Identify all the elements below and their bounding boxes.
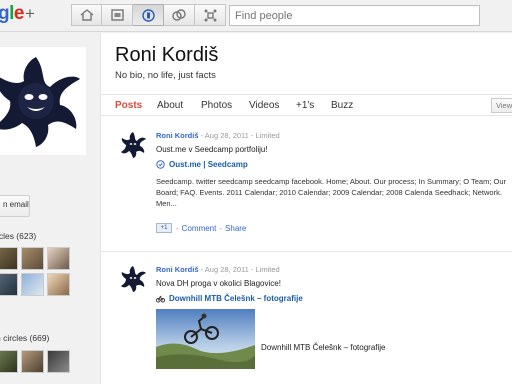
post-link-title[interactable]: Downhill MTB Čelešnk – fotografije: [156, 294, 303, 303]
in-circles-label[interactable]: rcles (623): [0, 231, 36, 241]
logo-letter: e: [13, 3, 25, 24]
post-author-avatar[interactable]: [119, 265, 147, 293]
nav-games-button[interactable]: [195, 4, 226, 26]
post-link-title[interactable]: Oust.me | Seedcamp: [156, 160, 248, 169]
google-plus-logo[interactable]: gle+: [0, 3, 35, 25]
post-text: Nova DH proga v okolici Blagovice!: [156, 279, 281, 288]
post-visibility[interactable]: Limited: [256, 131, 280, 140]
separator: -: [176, 223, 179, 233]
link-title-text: Downhill MTB Čelešnk – fotografije: [169, 294, 303, 303]
plus-one-button[interactable]: +1: [156, 223, 172, 233]
tab-about[interactable]: About: [157, 100, 183, 111]
circle-avatar[interactable]: [47, 273, 70, 296]
circles-icon: [172, 8, 186, 21]
circle-avatar[interactable]: [0, 247, 18, 270]
profile-avatar[interactable]: [0, 47, 86, 155]
separator: -: [248, 265, 256, 274]
tab-plus-ones[interactable]: +1's: [296, 100, 314, 111]
nav-photos-button[interactable]: [102, 4, 133, 26]
logo-plus: +: [24, 4, 35, 23]
post-author-link[interactable]: Roni Kordiš: [156, 265, 199, 274]
comment-link[interactable]: Comment: [182, 224, 217, 233]
send-email-button[interactable]: n email: [0, 195, 30, 217]
logo-letter: g: [0, 3, 10, 24]
profile-name: Roni Kordiš: [115, 44, 219, 66]
post-date[interactable]: Aug 28, 2011: [205, 265, 249, 274]
post-author-link[interactable]: Roni Kordiš: [156, 131, 199, 140]
tab-buzz[interactable]: Buzz: [331, 100, 353, 111]
games-icon: [204, 9, 216, 21]
post-header: Roni Kordiš - Aug 28, 2011 - Limited: [156, 131, 280, 140]
post-text: Oust.me v Seedcamp portfoliju!: [156, 145, 268, 154]
nav-circles-button[interactable]: [164, 4, 195, 26]
profile-tabs: Posts About Photos Videos +1's Buzz View: [101, 94, 512, 116]
post-date[interactable]: Aug 28, 2011: [205, 131, 249, 140]
link-title-text: Oust.me | Seedcamp: [169, 160, 248, 169]
photos-icon: [110, 9, 124, 21]
post-author-avatar[interactable]: [119, 131, 147, 159]
circle-avatar[interactable]: [21, 273, 44, 296]
profile-sidebar: n email rcles (623) n circles (669): [0, 33, 100, 384]
separator: -: [248, 131, 256, 140]
tab-posts[interactable]: Posts: [115, 100, 142, 111]
circle-avatar[interactable]: [0, 273, 18, 296]
share-link[interactable]: Share: [225, 224, 246, 233]
circle-avatar[interactable]: [0, 350, 18, 373]
post-header: Roni Kordiš - Aug 28, 2011 - Limited: [156, 265, 280, 274]
tab-videos[interactable]: Videos: [249, 100, 279, 111]
photo-caption: Downhill MTB Čelešnk – fotografije: [261, 343, 386, 352]
nav-profile-button[interactable]: [133, 4, 164, 26]
circle-avatar[interactable]: [21, 350, 44, 373]
view-profile-as-button[interactable]: View: [491, 98, 512, 113]
bike-icon: [156, 295, 165, 303]
post-link-snippet: Seedcamp. twitter seedcamp seedcamp face…: [156, 177, 507, 208]
circle-avatar[interactable]: [47, 350, 70, 373]
post-link-photo[interactable]: [156, 309, 255, 369]
have-in-circles-grid: [0, 350, 70, 373]
profile-main: Roni Kordiš No bio, no life, just facts …: [100, 33, 512, 384]
top-bar: gle+: [0, 0, 512, 32]
post-divider: [101, 251, 512, 252]
circle-avatar[interactable]: [21, 247, 44, 270]
have-in-circles-label[interactable]: n circles (669): [0, 333, 49, 343]
main-nav: [71, 4, 226, 26]
nav-home-button[interactable]: [71, 4, 102, 26]
link-icon: [156, 160, 165, 169]
in-circles-grid: [0, 247, 70, 296]
tab-photos[interactable]: Photos: [201, 100, 232, 111]
profile-icon: [141, 8, 155, 22]
post-visibility[interactable]: Limited: [256, 265, 280, 274]
home-icon: [80, 9, 93, 21]
profile-bio: No bio, no life, just facts: [115, 70, 216, 81]
separator: -: [219, 223, 223, 233]
circle-avatar[interactable]: [47, 247, 70, 270]
post-actions: +1 - Comment - Share: [156, 223, 249, 233]
search-input[interactable]: [229, 5, 480, 26]
